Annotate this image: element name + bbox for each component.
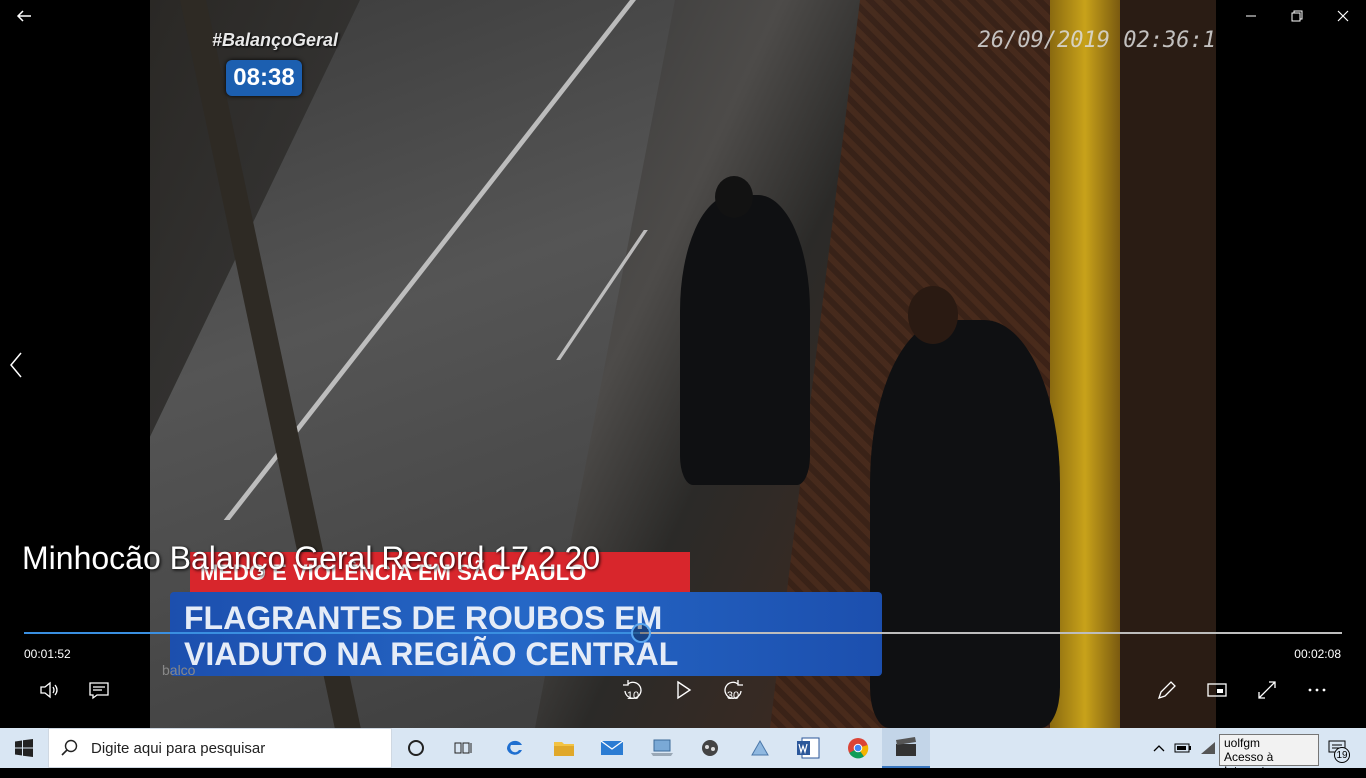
skip-back-button[interactable]: 10	[618, 676, 648, 704]
edge-app[interactable]	[490, 728, 538, 768]
cortana-icon	[408, 740, 424, 756]
search-icon	[61, 739, 78, 756]
restore-button[interactable]	[1282, 4, 1312, 28]
close-icon	[1337, 10, 1349, 22]
total-duration: 00:02:08	[1294, 647, 1341, 661]
seek-bar[interactable]	[24, 623, 1342, 643]
battery-icon	[1174, 743, 1191, 753]
fullscreen-button[interactable]	[1252, 676, 1282, 704]
chevron-left-icon	[10, 352, 22, 378]
elapsed-time: 00:01:52	[24, 647, 71, 661]
video-wall	[1050, 0, 1120, 728]
wifi-indicator[interactable]	[1198, 728, 1218, 768]
computer-app[interactable]	[638, 728, 686, 768]
ticker-caption-line: VIADUTO NA REGIÃO CENTRAL	[184, 636, 679, 672]
network-tooltip: uolfgm Acesso à Internet	[1219, 734, 1319, 778]
search-box[interactable]: Digite aqui para pesquisar	[48, 728, 392, 768]
arrow-left-icon	[16, 10, 31, 22]
laptop-icon	[651, 739, 673, 756]
game-icon	[702, 740, 718, 756]
network-tooltip-name: uolfgm	[1224, 736, 1261, 750]
skip-forward-button[interactable]: 30	[718, 676, 748, 704]
seek-thumb[interactable]	[630, 623, 651, 643]
video-frame[interactable]: #BalançoGeral 08:38 26/09/2019 02:36:1 M…	[150, 0, 1216, 728]
word-app[interactable]	[784, 728, 832, 768]
chrome-icon	[848, 738, 869, 759]
play-icon	[677, 680, 692, 700]
start-button[interactable]	[0, 728, 48, 768]
camera-timestamp: 26/09/2019 02:36:1	[977, 28, 1216, 53]
cortana-button[interactable]	[392, 728, 440, 768]
task-view-icon	[454, 742, 472, 754]
skip-back-label: 10	[626, 690, 640, 702]
network-app[interactable]	[736, 728, 784, 768]
taskbar: Digite aqui para pesquisar 19	[0, 728, 1366, 768]
edge-icon	[506, 740, 522, 755]
play-button[interactable]	[668, 676, 698, 704]
restore-icon	[1291, 10, 1303, 22]
broadcast-clock: 08:38	[226, 60, 302, 96]
chrome-app[interactable]	[834, 728, 882, 768]
ticker-caption-line: FLAGRANTES DE ROUBOS EM	[184, 600, 663, 636]
search-placeholder: Digite aqui para pesquisar	[91, 739, 266, 757]
notification-center-button[interactable]: 19	[1322, 728, 1352, 768]
word-icon	[797, 737, 820, 759]
captions-icon	[89, 682, 109, 700]
tray-overflow-button[interactable]	[1150, 728, 1168, 768]
chevron-up-icon	[1153, 745, 1165, 752]
battery-indicator[interactable]	[1172, 728, 1194, 768]
skip-forward-label: 30	[726, 690, 740, 702]
pencil-icon	[1157, 681, 1176, 700]
close-button[interactable]	[1328, 4, 1358, 28]
video-title: Minhocão Balanço Geral Record 17 2 20	[22, 540, 601, 576]
volume-button[interactable]	[34, 676, 64, 704]
minimize-icon	[1246, 15, 1256, 17]
video-person	[870, 320, 1060, 728]
task-view-button[interactable]	[440, 728, 488, 768]
file-explorer-app[interactable]	[540, 728, 588, 768]
more-button[interactable]	[1302, 676, 1332, 704]
ticker-brand: balco	[162, 662, 196, 678]
fullscreen-icon	[1258, 681, 1276, 699]
windows-icon	[15, 739, 33, 757]
folder-icon	[554, 742, 574, 756]
media-player-window: #BalançoGeral 08:38 26/09/2019 02:36:1 M…	[0, 0, 1366, 728]
mini-view-button[interactable]	[1202, 676, 1232, 704]
mini-view-icon	[1207, 683, 1227, 697]
video-person	[680, 195, 810, 485]
game-app[interactable]	[686, 728, 734, 768]
back-button[interactable]	[14, 6, 34, 26]
volume-icon	[40, 681, 58, 699]
minimize-button[interactable]	[1236, 4, 1266, 28]
video-person-head	[715, 176, 753, 218]
mail-icon	[600, 740, 624, 755]
movies-tv-app[interactable]	[882, 728, 930, 768]
notification-count: 19	[1334, 747, 1350, 763]
seek-progress	[24, 632, 640, 634]
network-app-icon	[751, 739, 769, 756]
previous-button[interactable]	[6, 350, 26, 380]
broadcast-hashtag: #BalançoGeral	[212, 30, 339, 50]
video-person-head	[908, 286, 958, 344]
mail-app[interactable]	[588, 728, 636, 768]
clapperboard-icon	[896, 737, 916, 756]
ticker-caption: FLAGRANTES DE ROUBOS EM VIADUTO NA REGIÃ…	[170, 592, 882, 676]
more-icon	[1308, 688, 1326, 692]
video-wall-dark	[1120, 0, 1216, 728]
captions-button[interactable]	[84, 676, 114, 704]
edit-button[interactable]	[1152, 676, 1182, 704]
wifi-icon	[1201, 742, 1215, 754]
network-tooltip-status: Acesso à Internet	[1224, 750, 1274, 778]
